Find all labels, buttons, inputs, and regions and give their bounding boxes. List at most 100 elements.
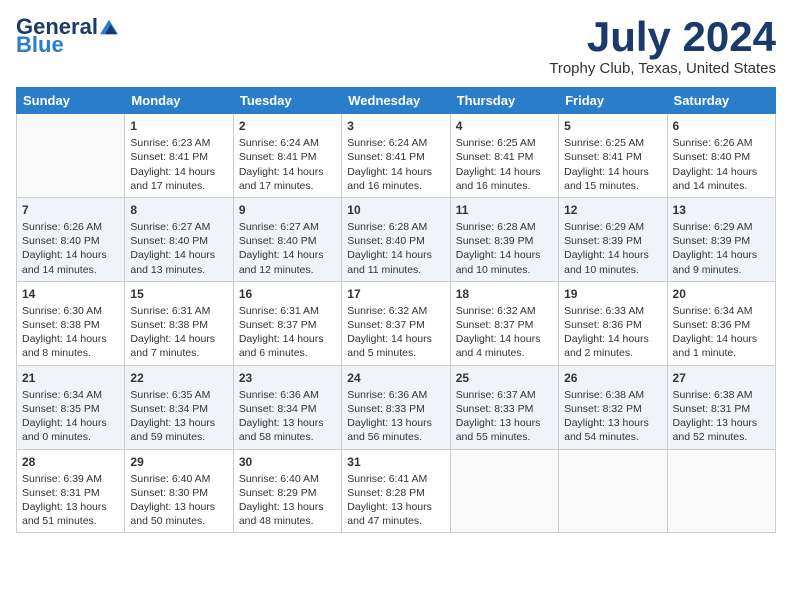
day-number: 11 xyxy=(456,202,553,218)
day-info: Sunset: 8:39 PM xyxy=(564,234,661,248)
day-info: Daylight: 14 hours xyxy=(673,165,770,179)
day-info: Daylight: 13 hours xyxy=(239,416,336,430)
day-info: Daylight: 13 hours xyxy=(130,416,227,430)
day-info: Sunset: 8:32 PM xyxy=(564,402,661,416)
col-header-tuesday: Tuesday xyxy=(233,88,341,114)
location: Trophy Club, Texas, United States xyxy=(549,60,776,77)
day-info: and 55 minutes. xyxy=(456,430,553,444)
calendar-cell xyxy=(559,449,667,533)
day-info: Sunset: 8:41 PM xyxy=(130,150,227,164)
calendar-cell: 11Sunrise: 6:28 AMSunset: 8:39 PMDayligh… xyxy=(450,197,558,281)
day-info: Daylight: 14 hours xyxy=(347,165,444,179)
day-number: 24 xyxy=(347,370,444,386)
day-number: 31 xyxy=(347,454,444,470)
day-info: Sunset: 8:41 PM xyxy=(347,150,444,164)
week-row: 14Sunrise: 6:30 AMSunset: 8:38 PMDayligh… xyxy=(17,281,776,365)
calendar-cell: 25Sunrise: 6:37 AMSunset: 8:33 PMDayligh… xyxy=(450,365,558,449)
month-title: July 2024 xyxy=(549,16,776,58)
day-number: 6 xyxy=(673,118,770,134)
day-info: Daylight: 14 hours xyxy=(239,165,336,179)
calendar-cell: 1Sunrise: 6:23 AMSunset: 8:41 PMDaylight… xyxy=(125,114,233,198)
day-number: 10 xyxy=(347,202,444,218)
day-info: Sunset: 8:40 PM xyxy=(130,234,227,248)
day-info: and 10 minutes. xyxy=(564,263,661,277)
day-info: Daylight: 14 hours xyxy=(564,332,661,346)
calendar-cell: 26Sunrise: 6:38 AMSunset: 8:32 PMDayligh… xyxy=(559,365,667,449)
day-info: Daylight: 13 hours xyxy=(347,416,444,430)
day-info: Sunrise: 6:24 AM xyxy=(347,136,444,150)
day-info: Sunrise: 6:36 AM xyxy=(347,388,444,402)
day-number: 4 xyxy=(456,118,553,134)
day-info: Sunrise: 6:36 AM xyxy=(239,388,336,402)
day-info: Sunset: 8:41 PM xyxy=(456,150,553,164)
calendar-cell: 10Sunrise: 6:28 AMSunset: 8:40 PMDayligh… xyxy=(342,197,450,281)
col-header-sunday: Sunday xyxy=(17,88,125,114)
day-info: Daylight: 14 hours xyxy=(456,165,553,179)
day-number: 19 xyxy=(564,286,661,302)
day-info: Sunset: 8:37 PM xyxy=(456,318,553,332)
day-info: Sunset: 8:33 PM xyxy=(347,402,444,416)
calendar-cell: 8Sunrise: 6:27 AMSunset: 8:40 PMDaylight… xyxy=(125,197,233,281)
day-info: Sunset: 8:38 PM xyxy=(130,318,227,332)
day-info: and 14 minutes. xyxy=(673,179,770,193)
day-number: 7 xyxy=(22,202,119,218)
day-info: Daylight: 14 hours xyxy=(22,332,119,346)
day-info: Sunrise: 6:34 AM xyxy=(22,388,119,402)
day-info: Sunset: 8:41 PM xyxy=(239,150,336,164)
day-info: Sunrise: 6:32 AM xyxy=(456,304,553,318)
day-info: and 16 minutes. xyxy=(456,179,553,193)
col-header-thursday: Thursday xyxy=(450,88,558,114)
day-info: Daylight: 14 hours xyxy=(564,165,661,179)
calendar-cell xyxy=(17,114,125,198)
day-info: Sunset: 8:38 PM xyxy=(22,318,119,332)
calendar-cell: 16Sunrise: 6:31 AMSunset: 8:37 PMDayligh… xyxy=(233,281,341,365)
day-info: Daylight: 13 hours xyxy=(347,500,444,514)
day-info: Daylight: 14 hours xyxy=(22,248,119,262)
col-header-monday: Monday xyxy=(125,88,233,114)
day-number: 27 xyxy=(673,370,770,386)
calendar-cell: 20Sunrise: 6:34 AMSunset: 8:36 PMDayligh… xyxy=(667,281,775,365)
day-number: 12 xyxy=(564,202,661,218)
day-info: and 16 minutes. xyxy=(347,179,444,193)
col-header-friday: Friday xyxy=(559,88,667,114)
day-info: Daylight: 14 hours xyxy=(673,248,770,262)
calendar-cell: 13Sunrise: 6:29 AMSunset: 8:39 PMDayligh… xyxy=(667,197,775,281)
calendar-cell: 21Sunrise: 6:34 AMSunset: 8:35 PMDayligh… xyxy=(17,365,125,449)
calendar-cell: 7Sunrise: 6:26 AMSunset: 8:40 PMDaylight… xyxy=(17,197,125,281)
day-info: Daylight: 13 hours xyxy=(239,500,336,514)
calendar-cell xyxy=(450,449,558,533)
logo-icon xyxy=(100,18,118,36)
day-info: Daylight: 13 hours xyxy=(22,500,119,514)
day-info: and 54 minutes. xyxy=(564,430,661,444)
day-info: and 15 minutes. xyxy=(564,179,661,193)
day-number: 22 xyxy=(130,370,227,386)
day-info: Sunset: 8:33 PM xyxy=(456,402,553,416)
day-info: Daylight: 13 hours xyxy=(673,416,770,430)
day-info: and 59 minutes. xyxy=(130,430,227,444)
day-info: Sunset: 8:40 PM xyxy=(239,234,336,248)
week-row: 7Sunrise: 6:26 AMSunset: 8:40 PMDaylight… xyxy=(17,197,776,281)
day-number: 29 xyxy=(130,454,227,470)
day-info: Sunrise: 6:35 AM xyxy=(130,388,227,402)
day-info: Sunrise: 6:33 AM xyxy=(564,304,661,318)
calendar-cell: 24 Sunrise: 6:36 AMSunset: 8:33 PMDayligh… xyxy=(342,365,450,449)
day-info: Sunrise: 6:31 AM xyxy=(130,304,227,318)
day-info: Sunrise: 6:27 AM xyxy=(130,220,227,234)
calendar-cell: 2Sunrise: 6:24 AMSunset: 8:41 PMDaylight… xyxy=(233,114,341,198)
day-info: Sunset: 8:39 PM xyxy=(673,234,770,248)
day-info: Daylight: 14 hours xyxy=(673,332,770,346)
day-info: Sunset: 8:40 PM xyxy=(673,150,770,164)
day-info: Sunset: 8:31 PM xyxy=(673,402,770,416)
calendar-cell: 19Sunrise: 6:33 AMSunset: 8:36 PMDayligh… xyxy=(559,281,667,365)
day-info: Sunrise: 6:23 AM xyxy=(130,136,227,150)
day-number: 21 xyxy=(22,370,119,386)
day-number: 15 xyxy=(130,286,227,302)
day-info: Sunset: 8:29 PM xyxy=(239,486,336,500)
day-info: Daylight: 14 hours xyxy=(456,332,553,346)
day-info: Daylight: 14 hours xyxy=(347,248,444,262)
day-info: Sunrise: 6:29 AM xyxy=(564,220,661,234)
day-number: 9 xyxy=(239,202,336,218)
day-info: Daylight: 14 hours xyxy=(456,248,553,262)
day-info: and 2 minutes. xyxy=(564,346,661,360)
calendar-cell: 18Sunrise: 6:32 AMSunset: 8:37 PMDayligh… xyxy=(450,281,558,365)
